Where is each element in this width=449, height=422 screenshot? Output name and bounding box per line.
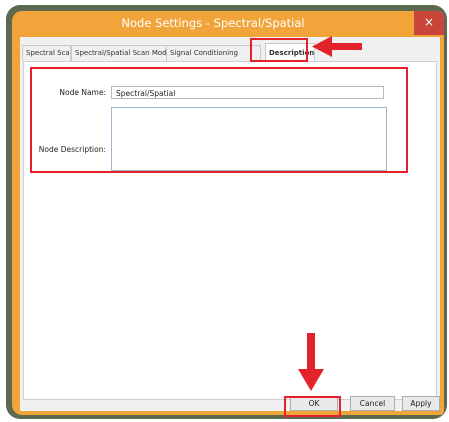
down-arrow-icon (298, 333, 324, 391)
annotation-overlay (298, 36, 362, 391)
left-arrow-icon (312, 36, 362, 57)
